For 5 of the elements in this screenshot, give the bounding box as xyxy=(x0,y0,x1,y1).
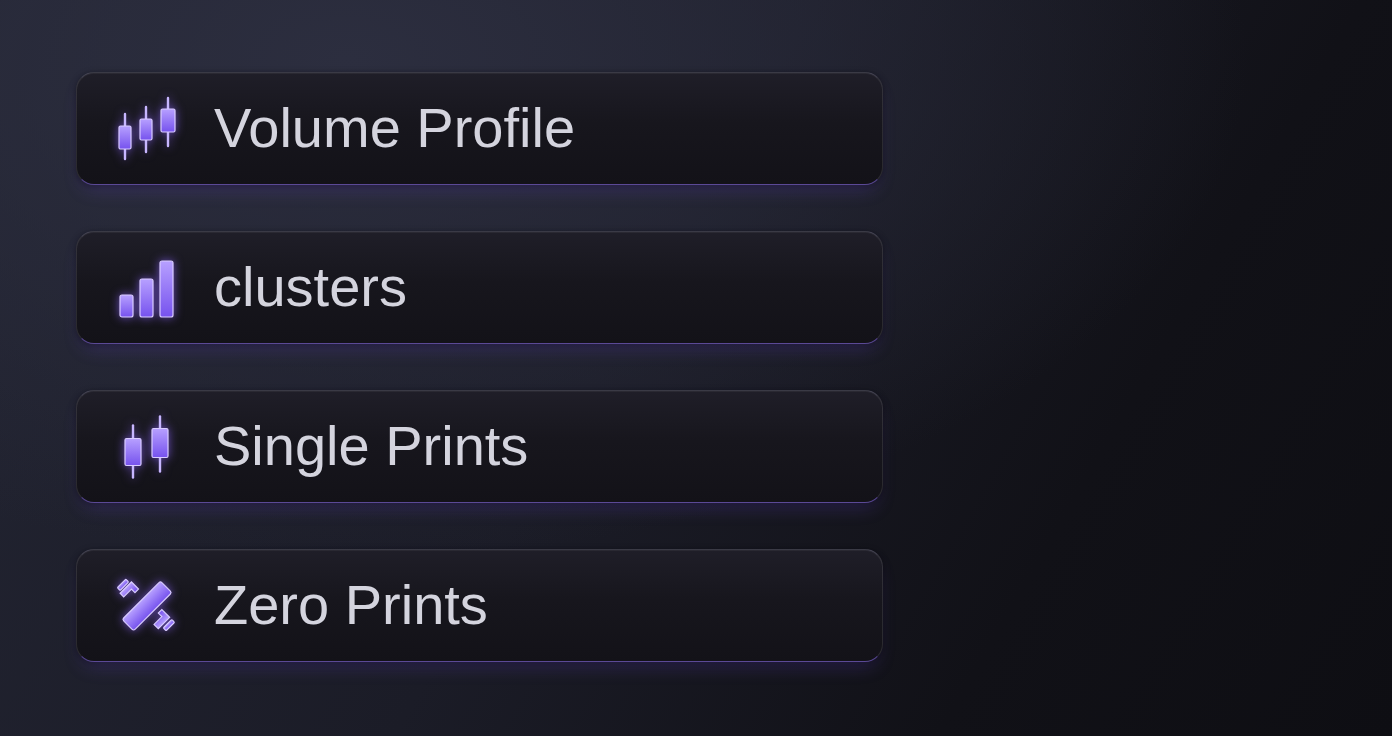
candlestick-icon xyxy=(117,96,177,161)
feature-label: Volume Profile xyxy=(214,99,576,158)
feature-label: Single Prints xyxy=(214,417,529,476)
feature-label: Zero Prints xyxy=(214,576,488,635)
feature-label: clusters xyxy=(214,258,407,317)
